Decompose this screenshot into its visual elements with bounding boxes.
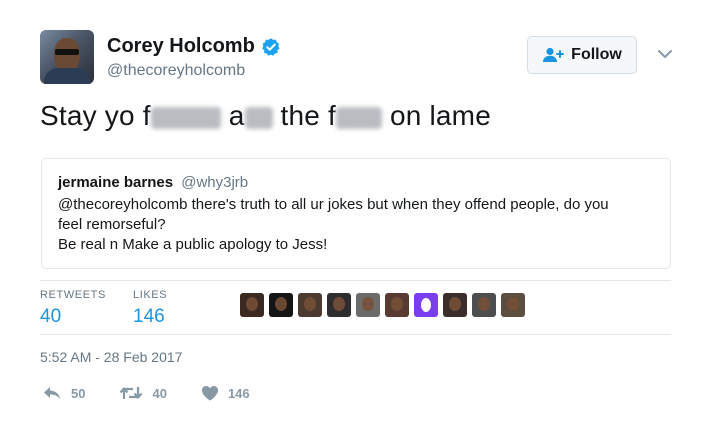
quoted-text-line: Be real n Make a public apology to Jess! bbox=[58, 236, 328, 253]
author-handle[interactable]: @thecoreyholcomb bbox=[107, 62, 245, 80]
reply-icon bbox=[44, 387, 60, 399]
add-user-icon bbox=[543, 47, 565, 62]
tweet-text-part-4: on lame bbox=[389, 100, 491, 131]
tweet-text-part-2: a bbox=[228, 100, 245, 131]
retweets-stat[interactable]: RETWEETS 40 bbox=[40, 289, 106, 328]
follow-button-label: Follow bbox=[571, 46, 622, 63]
liker-avatar[interactable] bbox=[269, 293, 293, 317]
quoted-handle: @why3jrb bbox=[181, 174, 249, 191]
verified-badge-icon bbox=[261, 37, 280, 56]
divider bbox=[40, 280, 671, 281]
likes-stat[interactable]: LIKES 146 bbox=[133, 289, 167, 328]
reply-count: 50 bbox=[71, 385, 86, 401]
liker-avatar[interactable] bbox=[472, 293, 496, 317]
retweet-icon bbox=[120, 387, 143, 399]
author-display-name[interactable]: Corey Holcomb bbox=[107, 35, 255, 58]
quoted-text-line: @thecoreyholcomb there's truth to all ur… bbox=[58, 196, 609, 213]
quoted-tweet[interactable]: jermaine barnes @why3jrb @thecoreyholcom… bbox=[41, 158, 671, 269]
likes-value: 146 bbox=[133, 306, 165, 327]
like-count: 146 bbox=[227, 385, 250, 401]
tweet-timestamp[interactable]: 5:52 AM - 28 Feb 2017 bbox=[40, 349, 182, 365]
reply-button[interactable]: 50 bbox=[42, 385, 85, 401]
profile-avatar[interactable] bbox=[40, 30, 94, 84]
censored-word-blur bbox=[244, 106, 273, 129]
liker-avatar[interactable] bbox=[414, 293, 438, 317]
retweet-button[interactable]: 40 bbox=[119, 385, 167, 401]
liker-avatar[interactable] bbox=[327, 293, 351, 317]
retweet-count: 40 bbox=[152, 385, 167, 401]
retweets-value: 40 bbox=[40, 306, 62, 327]
tweet-text: Stay yo f a the f on lame bbox=[40, 100, 491, 132]
censored-word-blur bbox=[335, 106, 382, 129]
follow-button[interactable]: Follow bbox=[527, 36, 637, 74]
chevron-down-icon[interactable] bbox=[655, 44, 675, 64]
retweets-label: RETWEETS bbox=[40, 289, 106, 301]
quoted-tweet-author: jermaine barnes @why3jrb bbox=[58, 174, 248, 191]
avatar-shirt bbox=[44, 68, 90, 84]
liker-avatar[interactable] bbox=[298, 293, 322, 317]
tweet-text-part-1: Stay yo f bbox=[40, 100, 151, 131]
liker-avatar[interactable] bbox=[443, 293, 467, 317]
liker-avatar[interactable] bbox=[385, 293, 409, 317]
liker-avatar[interactable] bbox=[356, 293, 380, 317]
heart-icon bbox=[201, 386, 218, 401]
quoted-text-line: feel remorseful? bbox=[58, 216, 166, 233]
tweet-text-part-3: the f bbox=[280, 100, 336, 131]
tweet-actions: 50 40 146 bbox=[42, 385, 284, 401]
quoted-tweet-text: @thecoreyholcomb there's truth to all ur… bbox=[58, 195, 658, 255]
divider bbox=[40, 334, 671, 335]
liker-avatar[interactable] bbox=[501, 293, 525, 317]
censored-word-blur bbox=[150, 106, 221, 129]
author-name-row: Corey Holcomb bbox=[107, 35, 281, 58]
likers-avatars bbox=[240, 293, 530, 317]
like-button[interactable]: 146 bbox=[201, 385, 250, 401]
likes-label: LIKES bbox=[133, 289, 168, 301]
quoted-display-name: jermaine barnes bbox=[58, 174, 174, 191]
avatar-face bbox=[54, 38, 80, 72]
liker-avatar[interactable] bbox=[240, 293, 264, 317]
avatar-sunglasses bbox=[55, 49, 79, 55]
